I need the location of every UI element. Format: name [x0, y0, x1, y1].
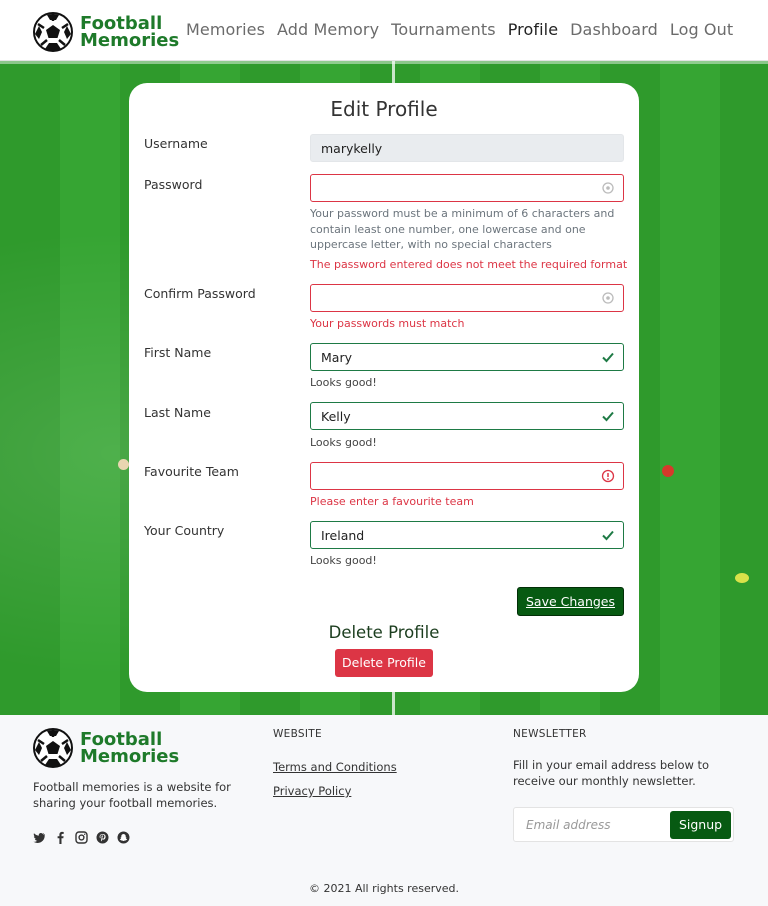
site-header: Football Memories Memories Add Memory To… — [0, 0, 768, 61]
first-name-label: First Name — [144, 345, 212, 360]
password-error: The password entered does not meet the r… — [310, 258, 628, 271]
password-field[interactable] — [310, 174, 624, 202]
error-icon — [601, 469, 615, 483]
footer-logo[interactable]: Football Memories — [33, 728, 179, 768]
privacy-link[interactable]: Privacy Policy — [273, 784, 351, 798]
last-name-valid: Looks good! — [310, 436, 377, 449]
password-label: Password — [144, 177, 203, 192]
facebook-icon[interactable] — [54, 831, 67, 844]
football-icon — [33, 12, 73, 52]
copyright: © 2021 All rights reserved. — [308, 882, 460, 895]
check-icon — [602, 411, 614, 422]
main-nav: Memories Add Memory Tournaments Profile … — [186, 20, 733, 39]
footer-brand-line2: Memories — [80, 746, 180, 767]
nav-log-out[interactable]: Log Out — [670, 20, 733, 39]
country-value: Ireland — [321, 528, 365, 543]
footer-description: Football memories is a website for shari… — [33, 780, 231, 810]
website-heading: WEBSITE — [273, 728, 322, 740]
signup-button[interactable]: Signup — [670, 811, 731, 839]
pinterest-icon[interactable] — [96, 831, 109, 844]
terms-link[interactable]: Terms and Conditions — [273, 760, 397, 774]
brand-line2: Memories — [80, 30, 180, 51]
football-icon — [33, 728, 73, 768]
password-reveal-icon[interactable] — [601, 291, 615, 305]
last-name-label: Last Name — [144, 405, 211, 420]
nav-tournaments[interactable]: Tournaments — [391, 20, 496, 39]
brand-logo[interactable]: Football Memories — [33, 12, 179, 52]
save-changes-button[interactable]: Save Changes — [517, 587, 624, 616]
newsletter-text: Fill in your email address below to rece… — [513, 758, 710, 788]
check-icon — [602, 530, 614, 541]
first-name-value: Mary — [321, 350, 352, 365]
nav-add-memory[interactable]: Add Memory — [277, 20, 379, 39]
last-name-value: Kelly — [321, 409, 351, 424]
nav-dashboard[interactable]: Dashboard — [570, 20, 658, 39]
confirm-password-label: Confirm Password — [144, 286, 256, 301]
check-icon — [602, 352, 614, 363]
social-links — [33, 831, 130, 844]
password-reveal-icon[interactable] — [601, 181, 615, 195]
country-label: Your Country — [144, 523, 225, 538]
confirm-password-field[interactable] — [310, 284, 624, 312]
page-title: Edit Profile — [330, 97, 438, 121]
email-input[interactable]: Email address — [526, 818, 611, 832]
password-help: Your password must be a minimum of 6 cha… — [310, 207, 615, 251]
site-footer: Football Memories Football memories is a… — [0, 715, 768, 906]
delete-profile-button[interactable]: Delete Profile — [335, 649, 433, 677]
nav-memories[interactable]: Memories — [186, 20, 265, 39]
favourite-team-error: Please enter a favourite team — [310, 495, 474, 508]
country-valid: Looks good! — [310, 554, 377, 567]
confirm-password-error: Your passwords must match — [310, 317, 465, 330]
delete-profile-heading: Delete Profile — [328, 623, 440, 642]
last-name-field[interactable]: Kelly — [310, 402, 624, 430]
snapchat-icon[interactable] — [117, 831, 130, 844]
instagram-icon[interactable] — [75, 831, 88, 844]
edit-profile-card: Edit Profile Username marykelly Password… — [129, 83, 639, 692]
country-field[interactable]: Ireland — [310, 521, 624, 549]
nav-profile[interactable]: Profile — [508, 20, 558, 39]
username-label: Username — [144, 136, 208, 151]
first-name-field[interactable]: Mary — [310, 343, 624, 371]
username-field: marykelly — [310, 134, 624, 162]
newsletter-form: Email address Signup — [513, 807, 734, 842]
favourite-team-label: Favourite Team — [144, 464, 239, 479]
first-name-valid: Looks good! — [310, 376, 377, 389]
favourite-team-field[interactable] — [310, 462, 624, 490]
twitter-icon[interactable] — [33, 831, 46, 844]
newsletter-heading: NEWSLETTER — [513, 728, 587, 740]
